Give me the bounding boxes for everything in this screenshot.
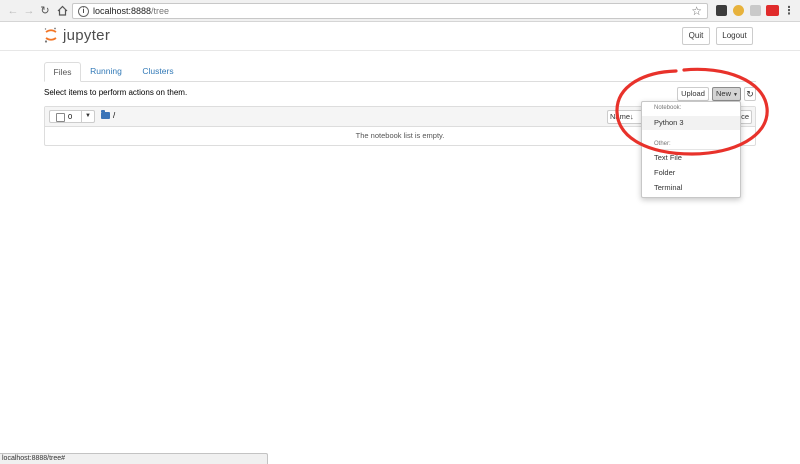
- youtube-extension-icon[interactable]: [766, 5, 779, 16]
- url-text: localhost:8888/tree: [93, 6, 170, 16]
- star-icon[interactable]: ☆: [691, 4, 702, 18]
- info-icon[interactable]: i: [78, 6, 89, 17]
- selector-divider: [81, 111, 82, 122]
- forward-icon[interactable]: →: [22, 4, 36, 18]
- back-icon[interactable]: ←: [6, 4, 20, 18]
- jupyter-header: jupyter Quit Logout: [0, 22, 800, 51]
- menu-item-terminal[interactable]: Terminal: [642, 181, 740, 195]
- select-all-checkbox[interactable]: [56, 113, 65, 122]
- cookie-extension-icon[interactable]: [733, 5, 744, 16]
- quit-button[interactable]: Quit: [682, 27, 710, 45]
- tab-files[interactable]: Files: [44, 62, 81, 82]
- browser-toolbar: ← → ↻ i localhost:8888/tree ☆ ⋮: [0, 0, 800, 22]
- reload-icon[interactable]: ↻: [38, 4, 52, 18]
- logo-text: jupyter: [63, 27, 111, 44]
- address-bar[interactable]: i localhost:8888/tree ☆: [72, 3, 708, 19]
- jupyter-logo-icon: [44, 27, 57, 43]
- red-circle-annotation: [615, 67, 769, 156]
- caret-down-icon[interactable]: ▼: [85, 111, 91, 122]
- menu-item-folder[interactable]: Folder: [642, 166, 740, 180]
- logout-button[interactable]: Logout: [716, 27, 753, 45]
- tab-clusters[interactable]: Clusters: [136, 62, 180, 81]
- extension-icon[interactable]: [750, 5, 761, 16]
- home-icon[interactable]: [55, 4, 69, 18]
- selected-count: 0: [68, 112, 73, 121]
- pocket-extension-icon[interactable]: [716, 5, 727, 16]
- status-bar: localhost:8888/tree#: [0, 453, 268, 464]
- tab-running[interactable]: Running: [85, 62, 127, 81]
- folder-icon: [101, 110, 110, 119]
- select-all-dropdown[interactable]: 0 ▼: [49, 110, 95, 123]
- selection-hint: Select items to perform actions on them.: [44, 88, 188, 97]
- kebab-menu-icon[interactable]: ⋮: [782, 4, 796, 18]
- breadcrumb[interactable]: /: [113, 110, 115, 121]
